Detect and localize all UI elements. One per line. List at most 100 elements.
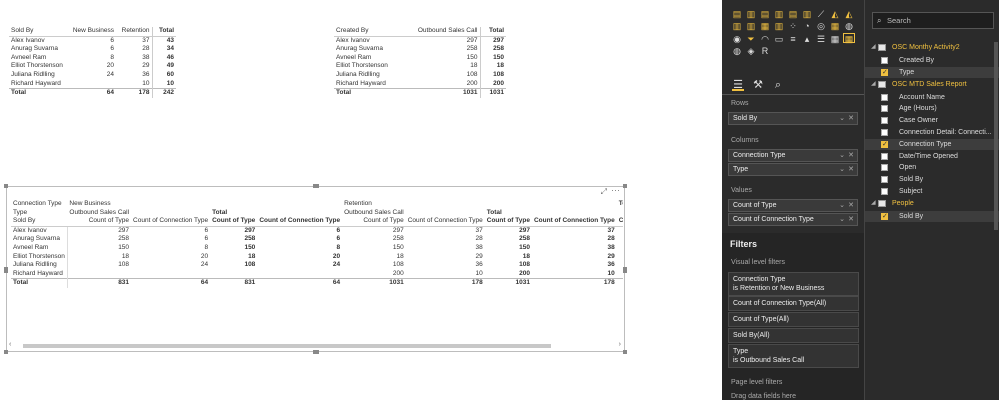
table-icon[interactable]: ▦ <box>829 34 841 44</box>
format-tab-icon[interactable]: ⚒ <box>752 79 764 91</box>
field-checkbox[interactable] <box>881 188 888 195</box>
scatter-icon[interactable]: ⁘ <box>787 21 799 31</box>
field-item[interactable]: Account Name <box>865 92 999 103</box>
stacked-bar-icon[interactable]: ▤ <box>731 9 743 19</box>
treemap-icon[interactable]: ▦ <box>829 21 841 31</box>
close-icon[interactable]: ✕ <box>848 200 854 211</box>
map-icon[interactable]: ◍ <box>843 21 855 31</box>
kpi-icon[interactable]: ▴ <box>801 34 813 44</box>
created-by-table[interactable]: Created By Outbound Sales Call Total Alex I… <box>334 27 506 98</box>
resize-handle-corner[interactable] <box>623 350 627 354</box>
filter-card[interactable]: Type is Outbound Sales Call <box>728 344 859 368</box>
filter-card[interactable]: Count of Connection Type(All) <box>728 296 859 311</box>
resize-handle-corner[interactable] <box>4 350 8 354</box>
close-icon[interactable]: ✕ <box>848 150 854 161</box>
close-icon[interactable]: ✕ <box>848 164 854 175</box>
matrix-row[interactable]: Avneel Ram15081508150381503815038150 <box>11 243 623 253</box>
table-row[interactable]: Avneel Ram 150 150 <box>334 53 506 63</box>
more-options-icon[interactable]: ··· <box>611 185 620 195</box>
values-well-field[interactable]: Count of Type ⌄ ✕ <box>728 199 858 212</box>
filled-map-icon[interactable]: ◉ <box>731 34 743 44</box>
100-column-icon[interactable]: ▥ <box>801 9 813 19</box>
field-checkbox[interactable] <box>881 57 888 64</box>
line-column-icon[interactable]: ▥ <box>731 21 743 31</box>
stacked-column-icon[interactable]: ▥ <box>745 9 757 19</box>
line-chart-icon[interactable]: ⟋ <box>815 9 827 19</box>
field-checkbox[interactable] <box>881 139 888 150</box>
ribbon-chart-icon[interactable]: ▦ <box>759 21 771 31</box>
field-group[interactable]: ◢ People <box>865 198 999 209</box>
donut-icon[interactable]: ◎ <box>815 21 827 31</box>
table-row[interactable]: Anurag Suvarna 258 258 <box>334 45 506 54</box>
table-row[interactable]: Anurag Suvarna 6 28 34 <box>9 45 176 54</box>
filter-card[interactable]: Count of Type(All) <box>728 312 859 327</box>
resize-handle-right[interactable] <box>623 267 627 273</box>
scroll-thumb[interactable] <box>23 344 551 348</box>
chevron-down-icon[interactable]: ⌄ <box>839 164 845 175</box>
columns-well-field[interactable]: Connection Type ⌄ ✕ <box>728 149 858 162</box>
field-item[interactable]: Date/Time Opened <box>865 151 999 162</box>
field-item[interactable]: Age (Hours) <box>865 103 999 114</box>
values-well-field[interactable]: Count of Connection Type ⌄ ✕ <box>728 213 858 226</box>
sold-by-table[interactable]: Sold By New Business Retention Total Alex Iv… <box>9 27 176 98</box>
stacked-area-icon[interactable]: ◭ <box>843 9 855 19</box>
chevron-down-icon[interactable]: ⌄ <box>839 150 845 161</box>
resize-handle-corner[interactable] <box>4 184 8 188</box>
matrix-row[interactable]: Anurag Suvarna25862586258282582825828258 <box>11 235 623 244</box>
table-row[interactable]: Juliana Ridlling 108 108 <box>334 70 506 80</box>
matrix-visual[interactable]: ⤢ ··· Connection Type New Business Retenti… <box>4 184 627 354</box>
field-item[interactable]: Subject <box>865 186 999 197</box>
columns-well-field[interactable]: Type ⌄ ✕ <box>728 163 858 176</box>
field-checkbox[interactable] <box>881 117 888 125</box>
field-item[interactable]: Case Owner <box>865 115 999 126</box>
horizontal-scrollbar[interactable]: ‹ › <box>9 341 621 349</box>
field-checkbox[interactable] <box>881 164 888 172</box>
field-item[interactable]: Connection Type <box>865 138 999 150</box>
table-row[interactable]: Alex Ivanov 297 297 <box>334 36 506 46</box>
resize-handle-left[interactable] <box>4 267 8 273</box>
field-checkbox[interactable] <box>881 105 888 113</box>
close-icon[interactable]: ✕ <box>848 214 854 225</box>
field-checkbox[interactable] <box>881 211 888 222</box>
matrix-row[interactable]: Alex Ivanov29762976297372973729737297 <box>11 226 623 236</box>
waterfall-icon[interactable]: ▥ <box>773 21 785 31</box>
clustered-bar-icon[interactable]: ▤ <box>759 9 771 19</box>
field-checkbox[interactable] <box>881 67 888 78</box>
chevron-down-icon[interactable]: ⌄ <box>839 214 845 225</box>
field-item[interactable]: Created By <box>865 55 999 66</box>
100-bar-icon[interactable]: ▤ <box>787 9 799 19</box>
globe-icon[interactable]: ◍ <box>731 46 743 56</box>
chevron-down-icon[interactable]: ◢ <box>871 79 876 90</box>
matrix-row[interactable]: Richard Hayward200102001020010200 <box>11 269 623 279</box>
close-icon[interactable]: ✕ <box>848 113 854 124</box>
chevron-down-icon[interactable]: ◢ <box>871 198 876 209</box>
slicer-icon[interactable]: ☰ <box>815 34 827 44</box>
chevron-down-icon[interactable]: ◢ <box>871 42 876 53</box>
rows-well-field[interactable]: Sold By ⌄ ✕ <box>728 112 858 125</box>
chevron-down-icon[interactable]: ⌄ <box>839 200 845 211</box>
resize-handle-top[interactable] <box>313 184 319 188</box>
clustered-column-icon[interactable]: ▥ <box>773 9 785 19</box>
field-checkbox[interactable] <box>881 152 888 160</box>
arcgis-icon[interactable]: ◈ <box>745 46 757 56</box>
funnel-icon[interactable]: ⏷ <box>745 34 757 44</box>
filter-card[interactable]: Connection Type is Retention or New Busin… <box>728 272 859 296</box>
line-stacked-column-icon[interactable]: ▥ <box>745 21 757 31</box>
focus-mode-icon[interactable]: ⤢ <box>601 187 607 197</box>
search-input[interactable]: ⌕ Search <box>872 12 994 29</box>
resize-handle-bottom[interactable] <box>313 350 319 354</box>
field-item[interactable]: Sold By <box>865 210 999 222</box>
chevron-down-icon[interactable]: ⌄ <box>839 113 845 124</box>
field-item[interactable]: Open <box>865 162 999 173</box>
table-row[interactable]: Richard Hayward 10 10 <box>9 79 176 89</box>
table-row[interactable]: Richard Hayward 200 200 <box>334 79 506 89</box>
fields-tab-icon[interactable]: ☰ <box>732 79 744 91</box>
scroll-right-icon[interactable]: › <box>619 341 621 348</box>
field-checkbox[interactable] <box>881 129 888 136</box>
card-icon[interactable]: ▭ <box>773 34 785 44</box>
field-checkbox[interactable] <box>881 176 888 184</box>
table-row[interactable]: Avneel Ram 8 38 46 <box>9 53 176 63</box>
filter-card[interactable]: Sold By(All) <box>728 328 859 343</box>
field-item[interactable]: Connection Detail: Connecti... <box>865 127 999 138</box>
multi-row-card-icon[interactable]: ≡ <box>787 34 799 44</box>
